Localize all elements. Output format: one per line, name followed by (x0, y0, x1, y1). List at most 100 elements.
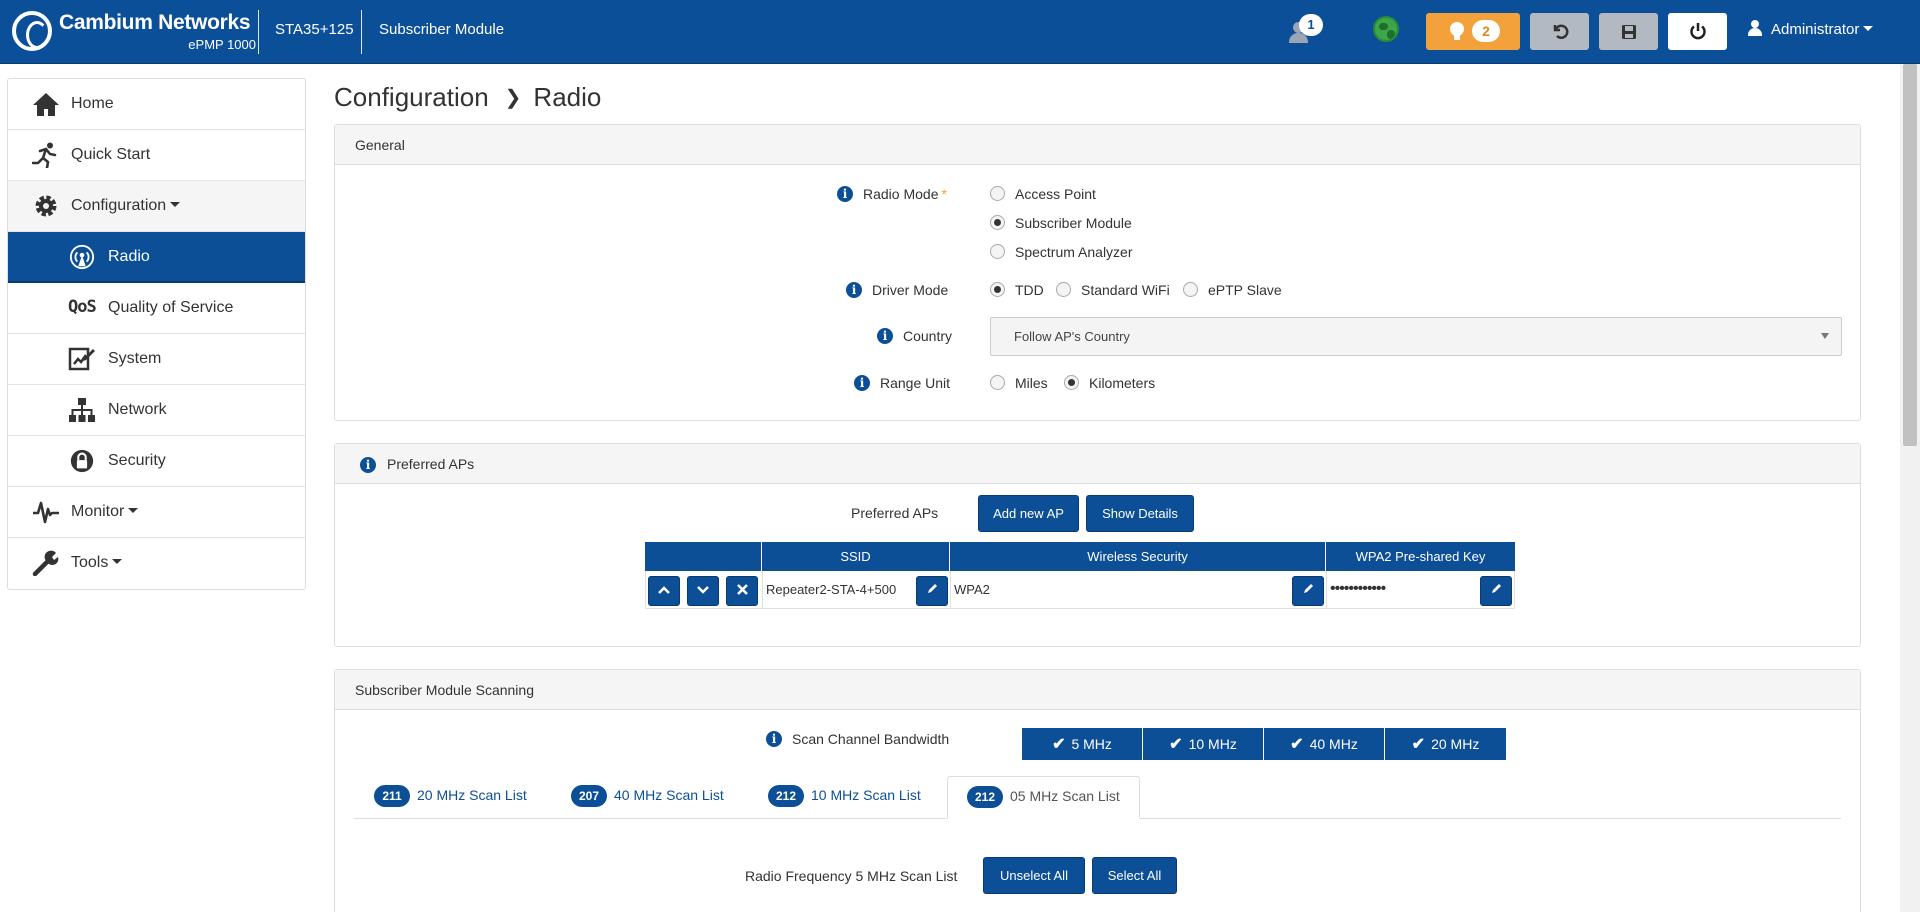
driver-mode-tdd-label[interactable]: TDD (1015, 282, 1044, 298)
bandwidth-5mhz-toggle[interactable]: ✔ 5 MHz (1022, 728, 1143, 760)
radio-mode-label-text: Radio Mode (863, 186, 939, 202)
preferred-aps-label: Preferred APs (851, 505, 939, 521)
connected-users-button[interactable]: 1 (1283, 14, 1323, 48)
bandwidth-20mhz-label: 20 MHz (1431, 736, 1480, 752)
select-all-button[interactable]: Select All (1092, 857, 1177, 894)
row-actions-cell (646, 571, 763, 608)
sidebar-item-label: Tools (71, 554, 123, 572)
tab-05mhz-scan-list[interactable]: 212 05 MHz Scan List (947, 776, 1140, 819)
ssid-value: Repeater2-STA-4+500 (766, 582, 897, 597)
bandwidth-10mhz-label: 10 MHz (1188, 736, 1237, 752)
radio-mode-access-point-radio[interactable] (990, 186, 1005, 201)
running-man-icon (32, 142, 57, 168)
driver-mode-eptp-slave-radio[interactable] (1183, 282, 1198, 297)
psk-cell: •••••••••••• (1327, 571, 1516, 608)
range-unit-miles-label[interactable]: Miles (1015, 375, 1048, 391)
save-button[interactable] (1599, 13, 1658, 50)
sidebar-item-security[interactable]: Security (8, 436, 305, 487)
checkmark-icon: ✔ (1411, 736, 1426, 753)
country-info-icon[interactable]: i (877, 328, 893, 344)
pencil-icon (1492, 584, 1501, 593)
radio-frequency-scan-list-label: Radio Frequency 5 MHz Scan List (745, 868, 958, 884)
radio-mode-info-icon[interactable]: i (837, 186, 853, 202)
driver-mode-eptp-slave-label[interactable]: ePTP Slave (1208, 282, 1282, 298)
product-name: ePMP 1000 (188, 37, 256, 52)
driver-mode-info-icon[interactable]: i (846, 282, 862, 298)
move-up-button[interactable] (648, 576, 680, 606)
cambium-logo[interactable]: Cambium Networks ePMP 1000 (12, 9, 256, 53)
tab-10mhz-scan-list[interactable]: 212 10 MHz Scan List (768, 776, 921, 819)
sidebar-item-label: Quality of Service (108, 299, 234, 316)
sidebar-item-radio[interactable]: Radio (8, 232, 305, 283)
preferred-aps-table: SSID Wireless Security WPA2 Pre-shared K… (645, 542, 1515, 609)
range-unit-info-icon[interactable]: i (854, 375, 870, 391)
sidebar-item-monitor[interactable]: Monitor (8, 487, 305, 538)
sidebar-item-label: Home (71, 95, 114, 112)
range-unit-kilometers-label[interactable]: Kilometers (1089, 375, 1155, 391)
device-mode: Subscriber Module (379, 21, 505, 38)
radio-mode-subscriber-module-label[interactable]: Subscriber Module (1015, 215, 1132, 231)
sidebar-item-label: Quick Start (71, 146, 151, 163)
network-icon (69, 398, 95, 422)
sidebar-item-configuration[interactable]: Configuration (8, 181, 305, 232)
system-icon (68, 347, 95, 371)
edit-psk-button[interactable] (1480, 576, 1512, 606)
tab-label: 20 MHz Scan List (417, 787, 527, 803)
header-divider (361, 10, 362, 54)
pencil-icon (928, 584, 937, 593)
show-details-button[interactable]: Show Details (1086, 495, 1194, 532)
globe-icon[interactable] (1373, 16, 1399, 42)
radio-mode-spectrum-analyzer-label[interactable]: Spectrum Analyzer (1015, 244, 1133, 260)
floppy-disk-icon (1621, 25, 1636, 39)
preferred-aps-info-icon[interactable]: i (360, 457, 376, 473)
range-unit-label: Range Unit (880, 375, 951, 391)
reboot-button[interactable] (1668, 13, 1727, 50)
scan-bandwidth-info-icon[interactable]: i (766, 731, 782, 747)
radio-mode-access-point-label[interactable]: Access Point (1015, 186, 1096, 202)
page-scrollbar[interactable] (1900, 64, 1920, 912)
radio-tower-icon (69, 244, 95, 270)
country-label: Country (903, 328, 953, 344)
home-icon (33, 93, 59, 116)
radio-mode-spectrum-analyzer-radio[interactable] (990, 244, 1005, 259)
page-title: Configuration ❯ Radio (334, 82, 601, 113)
brand-name: Cambium Networks (59, 11, 251, 34)
range-unit-kilometers-radio[interactable] (1064, 375, 1079, 390)
unselect-all-button[interactable]: Unselect All (983, 857, 1085, 894)
sidebar-item-quick-start[interactable]: Quick Start (8, 130, 305, 181)
checkmark-icon: ✔ (1290, 736, 1304, 753)
bandwidth-20mhz-toggle[interactable]: ✔ 20 MHz (1385, 728, 1506, 760)
move-down-button[interactable] (687, 576, 719, 606)
sidebar-item-network[interactable]: Network (8, 385, 305, 436)
edit-ssid-button[interactable] (916, 576, 948, 606)
chevron-right-icon: ❯ (504, 87, 522, 109)
delete-ap-button[interactable] (726, 576, 758, 606)
chevron-up-icon (658, 586, 670, 594)
edit-security-button[interactable] (1292, 576, 1324, 606)
tab-20mhz-scan-list[interactable]: 211 20 MHz Scan List (374, 776, 527, 819)
sidebar-item-system[interactable]: System (8, 334, 305, 385)
tab-40mhz-scan-list[interactable]: 207 40 MHz Scan List (571, 776, 724, 819)
sidebar-item-tools[interactable]: Tools (8, 538, 305, 589)
sidebar-item-label: System (108, 350, 162, 367)
sidebar-item-qos[interactable]: QoS Quality of Service (8, 283, 305, 334)
chevron-down-icon (1863, 26, 1874, 31)
driver-mode-tdd-radio[interactable] (990, 282, 1005, 297)
bandwidth-40mhz-label: 40 MHz (1309, 736, 1358, 752)
bandwidth-10mhz-toggle[interactable]: ✔ 10 MHz (1143, 728, 1264, 760)
undo-icon (1553, 24, 1568, 39)
user-menu[interactable]: Administrator (1748, 20, 1874, 38)
radio-mode-subscriber-module-radio[interactable] (990, 215, 1005, 230)
range-unit-miles-radio[interactable] (990, 375, 1005, 390)
bandwidth-40mhz-toggle[interactable]: ✔ 40 MHz (1264, 728, 1385, 760)
undo-button[interactable] (1530, 13, 1589, 50)
driver-mode-standard-wifi-label[interactable]: Standard WiFi (1081, 282, 1170, 298)
lightbulb-icon (1450, 22, 1464, 40)
sidebar-item-home[interactable]: Home (8, 79, 305, 130)
sidebar-nav: Home Quick Start Configuration Radio QoS… (7, 78, 306, 590)
alerts-button[interactable]: 2 (1426, 13, 1520, 50)
add-new-ap-button[interactable]: Add new AP (978, 495, 1079, 532)
scrollbar-thumb[interactable] (1903, 64, 1917, 446)
country-select[interactable]: Follow AP's Country (990, 317, 1842, 356)
driver-mode-standard-wifi-radio[interactable] (1056, 282, 1071, 297)
